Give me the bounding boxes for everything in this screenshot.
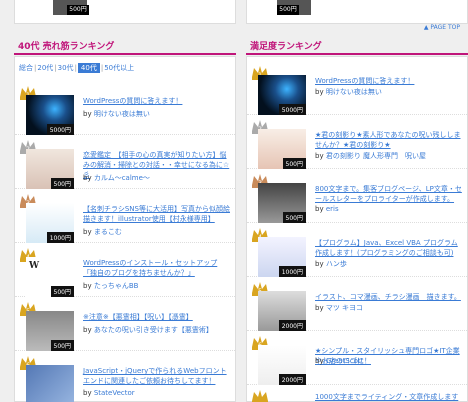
author-link[interactable]: 君の刻影り 魔人形専門 呪い屋 <box>326 152 426 160</box>
tab-40s[interactable]: 40代 <box>77 63 100 73</box>
list-item: 5 2000円 イラスト、コマ漫画、チラシ漫画 描きます。 by マツ キヨコ <box>247 281 467 331</box>
item-thumbnail[interactable] <box>26 365 74 402</box>
list-item: 4 1000円 【プログラム】Java、Excel VBA プログラム作成します… <box>247 227 467 277</box>
item-title-link[interactable]: JavaScript・jQueryで作られるWebフロントエンドに関連したご依頼… <box>83 366 231 386</box>
author-link[interactable]: カルム～calme～ <box>94 174 150 182</box>
age-tabs: 総合|20代|30代| 40代 |50代以上 <box>19 63 135 73</box>
item-author: by たっちゃんBB <box>83 282 139 290</box>
author-link[interactable]: eris <box>326 205 339 213</box>
author-link[interactable]: GreatScott <box>326 357 364 365</box>
tab-all[interactable]: 総合 <box>19 64 33 72</box>
item-title-link[interactable]: 1000文字までライティング・文章作成します <box>315 392 463 402</box>
item-author: by ハン歩 <box>315 260 347 268</box>
item-thumbnail[interactable]: W 500円 <box>26 257 74 297</box>
author-link[interactable]: StateVector <box>94 389 135 397</box>
item-thumbnail[interactable]: 1000円 <box>258 237 306 277</box>
item-author: by StateVector <box>83 389 135 397</box>
item-thumbnail[interactable]: 500円 <box>258 129 306 169</box>
item-author: by まるこむ <box>83 228 122 236</box>
price-badge: 500円 <box>282 158 306 169</box>
ranking-panel-left: 総合|20代|30代|40代|50代以上 1 5000円 WordPressの質… <box>14 56 236 402</box>
list-item: 1000文字までライティング・文章作成します <box>247 389 467 402</box>
author-link[interactable]: 明けない夜は無い <box>94 110 150 118</box>
item-thumbnail[interactable]: 2000円 <box>258 291 306 331</box>
author-link[interactable]: あなたの呪い引き受けます【悪霊術】 <box>94 326 213 334</box>
wordpress-logo-icon: W <box>29 261 40 271</box>
item-title-link[interactable]: 【プログラム】Java、Excel VBA プログラム作成します！(プログラミン… <box>315 238 463 258</box>
crown-icon <box>252 390 268 402</box>
author-link[interactable]: まるこむ <box>94 228 122 236</box>
list-item: 2 500円 恋愛鑑定 【相手の心の真実が知りたい方】悩みの解消・掃除との対話・… <box>15 139 235 189</box>
item-title-link[interactable]: ※注意※【悪霊相】【呪い】【憑霊】 <box>83 312 231 322</box>
section-heading-age-ranking: 40代 売れ筋ランキング <box>14 39 236 55</box>
price-badge: 500円 <box>67 5 89 15</box>
item-author: by 君の刻影り 魔人形専門 呪い屋 <box>315 152 427 160</box>
item-author: by 明けない夜は無い <box>315 88 382 96</box>
section-heading-satisfaction-ranking: 満足度ランキング <box>246 39 468 55</box>
author-link[interactable]: マツ キヨコ <box>326 304 363 312</box>
author-link[interactable]: たっちゃんBB <box>94 282 139 290</box>
ranking-panel-right: 1 5000円 WordPressの質問に答えます！ by 明けない夜は無い 2… <box>246 56 468 402</box>
list-item: 2 500円 ★君の刻影り★素人形であなたの呪い残ししませんか？★君の刻影り★ … <box>247 119 467 169</box>
item-title-link[interactable]: 【名刺チラシSNS等に大活用】写真から似顔絵描きます！illustrator使用… <box>83 204 231 224</box>
item-author: by カルム～calme～ <box>83 174 150 182</box>
list-item: 6 2000円 ★シンプル・スタイリッシュ専門ロゴ★IT企業やお店のロゴに！ b… <box>247 335 467 385</box>
price-badge: 5000円 <box>278 104 306 115</box>
item-title-link[interactable]: WordPressの質問に答えます！ <box>83 96 231 106</box>
item-thumbnail[interactable]: 1000円 <box>26 203 74 243</box>
item-title-link[interactable]: 800文字まで。集客ブログページ、LP文章・セールスレターをプロライターが作成し… <box>315 184 463 204</box>
price-badge: 1000円 <box>46 232 74 243</box>
price-badge: 500円 <box>282 212 306 223</box>
item-title-link[interactable]: WordPressのインストール・セットアップ 「独自のブログを持ちませんか？」 <box>83 258 231 278</box>
item-title-link[interactable]: ★君の刻影り★素人形であなたの呪い残ししませんか？★君の刻影り★ <box>315 130 463 150</box>
item-thumbnail[interactable]: 500円 <box>258 183 306 223</box>
list-item: 5 500円 ※注意※【悪霊相】【呪い】【憑霊】 by あなたの呪い引き受けます… <box>15 301 235 351</box>
list-item: 1 5000円 WordPressの質問に答えます！ by 明けない夜は無い <box>15 85 235 135</box>
item-thumbnail[interactable]: 500円 <box>26 149 74 189</box>
list-item: 3 1000円 【名刺チラシSNS等に大活用】写真から似顔絵描きます！illus… <box>15 193 235 243</box>
price-badge: 2000円 <box>278 320 306 331</box>
list-item: 3 500円 800文字まで。集客ブログページ、LP文章・セールスレターをプロラ… <box>247 173 467 223</box>
author-link[interactable]: 明けない夜は無い <box>326 88 382 96</box>
item-author: by 明けない夜は無い <box>83 110 150 118</box>
item-author: by GreatScott <box>315 357 364 365</box>
price-badge: 500円 <box>50 340 74 351</box>
price-badge: 500円 <box>50 286 74 297</box>
page-top-link[interactable]: ▲ PAGE TOP <box>424 24 460 31</box>
price-badge: 2000円 <box>278 374 306 385</box>
item-thumbnail[interactable]: 5000円 <box>26 95 74 135</box>
item-author: by eris <box>315 205 339 213</box>
item-author: by マツ キヨコ <box>315 304 364 312</box>
price-badge: 500円 <box>50 178 74 189</box>
tab-50s-plus[interactable]: 50代以上 <box>104 64 134 72</box>
author-link[interactable]: ハン歩 <box>326 260 347 268</box>
tab-20s[interactable]: 20代 <box>37 64 53 72</box>
list-item: 4 W500円 WordPressのインストール・セットアップ 「独自のブログを… <box>15 247 235 297</box>
item-thumbnail[interactable]: 2000円 <box>258 345 306 385</box>
list-item: 1 5000円 WordPressの質問に答えます！ by 明けない夜は無い <box>247 65 467 115</box>
item-thumbnail[interactable]: 500円 <box>26 311 74 351</box>
price-badge: 1000円 <box>278 266 306 277</box>
previous-panel-right: 500円 <box>246 0 468 24</box>
previous-panel-left: 500円 <box>14 0 236 24</box>
item-thumbnail[interactable]: 5000円 <box>258 75 306 115</box>
list-item: 6 JavaScript・jQueryで作られるWebフロントエンドに関連したご… <box>15 355 235 402</box>
price-badge: 5000円 <box>46 124 74 135</box>
price-badge: 500円 <box>277 5 299 15</box>
item-title-link[interactable]: WordPressの質問に答えます！ <box>315 76 463 86</box>
item-title-link[interactable]: イラスト、コマ漫画、チラシ漫画 描きます。 <box>315 292 463 302</box>
item-author: by あなたの呪い引き受けます【悪霊術】 <box>83 326 213 334</box>
tab-30s[interactable]: 30代 <box>58 64 74 72</box>
